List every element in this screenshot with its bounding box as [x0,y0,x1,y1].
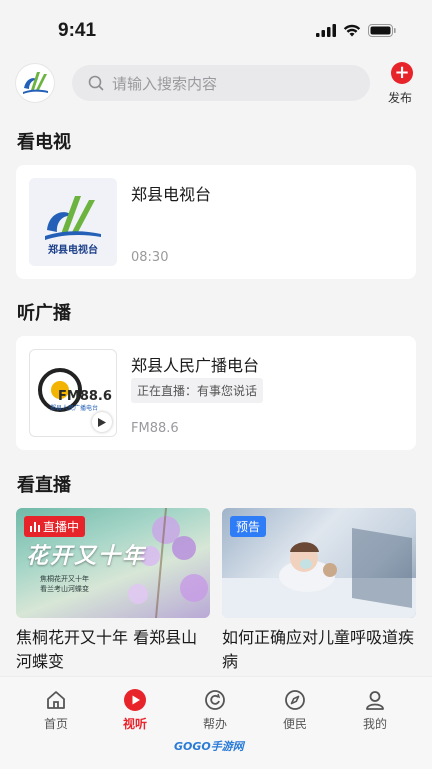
preview-video-card[interactable]: 预告 如何正确应对儿童呼吸道疾病 [222,508,416,674]
live-badge-label: 直播中 [43,520,80,534]
bottom-tab-bar: 首页 视听 帮办 便民 我的 [0,676,432,769]
signal-icon [316,24,336,37]
logo-icon [23,72,48,94]
tab-services-label: 便民 [282,717,307,731]
watermark: GOGO手游网 [174,740,244,753]
radio-logo-name: 郑县人民广播电台 [50,404,98,412]
home-icon [47,691,65,709]
tv-logo-icon: 郑县电视台 [29,178,117,266]
radio-logo-freq: FM88.6 [58,389,112,404]
tv-logo-text: 郑县电视台 [48,243,98,256]
live-bars-icon [30,521,40,532]
tv-channel-card[interactable]: 郑县电视台 郑县电视台 08:30 [16,165,416,279]
plus-icon: + [391,62,413,84]
tab-help[interactable]: 帮办 [185,687,245,732]
radio-channel-thumbnail: FM88.6 郑县人民广播电台 [29,349,117,437]
radio-channel-card[interactable]: FM88.6 郑县人民广播电台 郑县人民广播电台 正在直播：有事您说话 FM88… [16,336,416,450]
status-time: 9:41 [58,20,97,41]
compass-icon [285,690,305,710]
play-circle-icon [124,689,146,711]
tab-home-label: 首页 [43,717,68,731]
tv-channel-time: 08:30 [131,250,169,265]
tab-media-label: 视听 [122,717,147,731]
publish-label: 发布 [387,91,412,105]
live-video-overlay-title: 花开又十年 [26,543,147,569]
section-title-tv: 看电视 [17,132,71,153]
preview-video-thumbnail: 预告 [222,508,416,618]
tab-services[interactable]: 便民 [265,687,325,732]
tab-help-label: 帮办 [202,717,227,731]
publish-button[interactable]: + 发布 [386,62,418,106]
search-icon [88,75,104,91]
section-title-radio: 听广播 [17,303,71,324]
header: 请输入搜索内容 + 发布 [0,62,432,106]
search-placeholder: 请输入搜索内容 [112,74,218,93]
tv-channel-name: 郑县电视台 [131,185,212,204]
refresh-icon [205,690,225,710]
live-badge: 直播中 [24,516,86,537]
live-video-thumbnail: 花开又十年 焦桐花开又十年 看兰考山河蝶变 直播中 [16,508,210,618]
battery-icon [368,24,396,37]
app-logo[interactable] [16,64,54,102]
live-video-card[interactable]: 花开又十年 焦桐花开又十年 看兰考山河蝶变 直播中 焦桐花开又十年 看郑县山河蝶… [16,508,210,674]
tab-media[interactable]: 视听 [105,687,165,732]
preview-badge: 预告 [230,516,267,537]
status-bar: 9:41 [0,0,432,56]
user-icon [366,691,384,710]
live-video-title: 焦桐花开又十年 看郑县山河蝶变 [16,628,198,671]
section-title-live: 看直播 [17,475,71,496]
status-icons [316,24,396,37]
tab-home[interactable]: 首页 [26,687,86,732]
radio-frequency: FM88.6 [131,421,179,436]
preview-video-title: 如何正确应对儿童呼吸道疾病 [222,628,415,671]
radio-channel-name: 郑县人民广播电台 [131,356,260,375]
search-bar[interactable]: 请输入搜索内容 [72,65,370,101]
wifi-icon [343,24,361,37]
play-button[interactable] [92,412,112,432]
tab-profile-label: 我的 [362,717,387,731]
tab-profile[interactable]: 我的 [345,687,405,732]
live-video-overlay-subtitle: 焦桐花开又十年 看兰考山河蝶变 [40,575,89,593]
play-icon [98,417,106,427]
radio-live-tag: 正在直播：有事您说话 [131,378,264,403]
tv-channel-thumbnail: 郑县电视台 [29,178,117,266]
